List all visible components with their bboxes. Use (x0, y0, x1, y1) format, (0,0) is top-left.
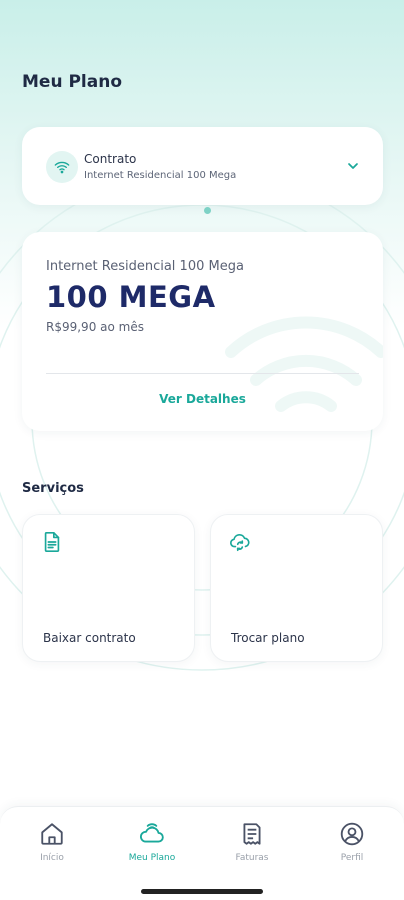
cloud-sync-icon (230, 533, 250, 552)
contract-value: Internet Residencial 100 Mega (84, 170, 237, 181)
carousel-indicator-dot (204, 207, 211, 214)
plan-name: Internet Residencial 100 Mega (46, 259, 244, 274)
services-section-title: Serviços (22, 481, 84, 496)
home-icon (41, 823, 63, 845)
contract-label: Contrato (84, 152, 137, 166)
wifi-watermark-icon (225, 316, 383, 412)
nav-label: Perfil (340, 853, 364, 863)
service-label: Baixar contrato (43, 631, 136, 645)
nav-item-my-plan[interactable]: Meu Plano (112, 821, 192, 877)
invoice-icon (243, 823, 261, 845)
page-title: Meu Plano (22, 72, 123, 92)
plan-speed: 100 MEGA (46, 280, 216, 314)
contract-selector[interactable]: Contrato Internet Residencial 100 Mega (22, 127, 383, 205)
chevron-down-icon[interactable] (345, 158, 361, 174)
nav-item-invoices[interactable]: Faturas (212, 821, 292, 877)
wifi-icon (54, 161, 70, 174)
nav-label: Meu Plano (128, 853, 176, 863)
download-contract-card[interactable]: Baixar contrato (22, 514, 195, 662)
nav-item-home[interactable]: Início (12, 821, 92, 877)
plan-icon (140, 823, 164, 843)
view-details-link[interactable]: Ver Detalhes (22, 392, 383, 406)
nav-label: Início (40, 853, 64, 863)
plan-price: R$99,90 ao mês (46, 320, 144, 334)
divider (46, 373, 359, 374)
home-indicator[interactable] (141, 889, 263, 894)
bottom-navigation: Início Meu Plano Faturas Perfil (0, 806, 404, 900)
document-icon (44, 532, 60, 552)
plan-card: Internet Residencial 100 Mega 100 MEGA R… (22, 232, 383, 431)
change-plan-card[interactable]: Trocar plano (210, 514, 383, 662)
nav-label: Faturas (235, 853, 269, 863)
contract-icon-badge (46, 151, 78, 183)
profile-icon (340, 822, 364, 846)
service-label: Trocar plano (231, 631, 305, 645)
nav-item-profile[interactable]: Perfil (312, 821, 392, 877)
